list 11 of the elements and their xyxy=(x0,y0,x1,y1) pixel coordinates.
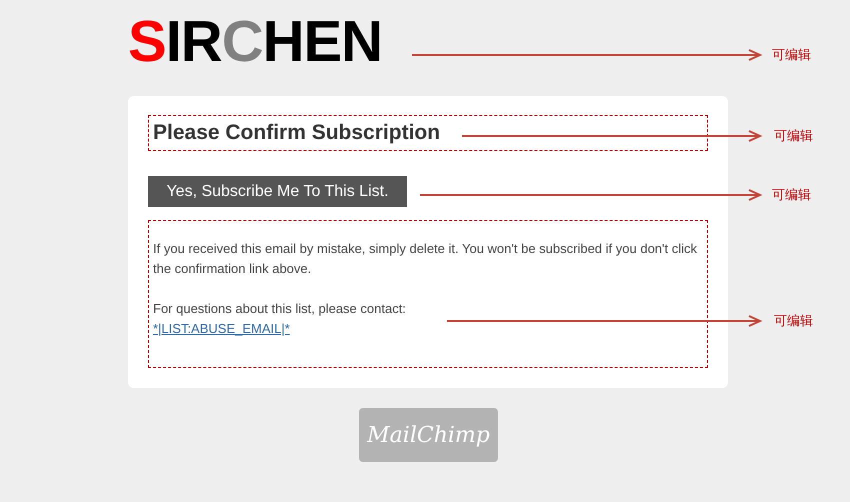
heading: Please Confirm Subscription xyxy=(153,120,440,146)
annotation-label: 可编辑 xyxy=(774,312,813,330)
mailchimp-badge: MailChimp xyxy=(359,408,498,462)
logo: SIRCHEN xyxy=(128,12,382,72)
paragraph: If you received this email by mistake, simply delete it. You won't be subscribed if you don't click the confirmation link above. xyxy=(153,240,698,278)
annotation-label: 可编辑 xyxy=(772,46,811,64)
annotation-label: 可编辑 xyxy=(774,127,813,145)
annotation-label: 可编辑 xyxy=(772,186,811,204)
subscribe-button[interactable]: Yes, Subscribe Me To This List. xyxy=(148,176,407,207)
email-link[interactable]: *|LIST:ABUSE_EMAIL|* xyxy=(153,319,290,339)
paragraph: For questions about this list, please contact: xyxy=(153,300,407,318)
